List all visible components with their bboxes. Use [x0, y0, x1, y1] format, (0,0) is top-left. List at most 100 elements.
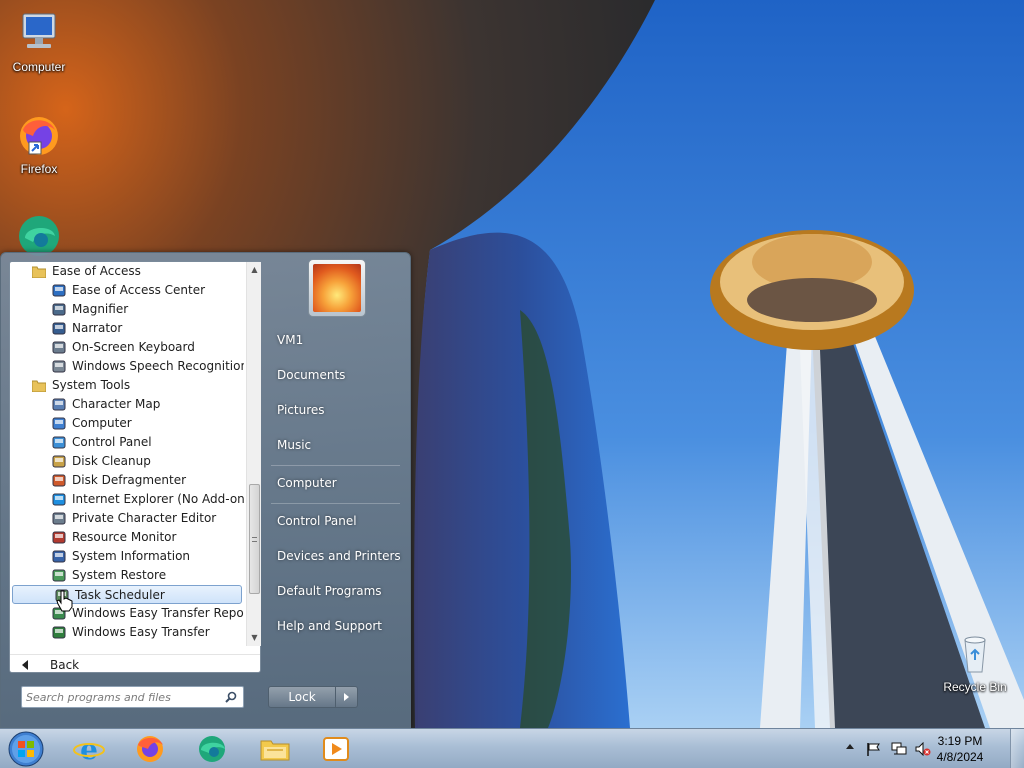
desktop-icon-firefox[interactable]: Firefox [0, 112, 78, 176]
start-menu-link[interactable]: Documents [263, 358, 408, 393]
clock[interactable]: 3:19 PM 4/8/2024 [930, 733, 990, 765]
program-item[interactable]: Task Scheduler [12, 585, 242, 604]
program-label: Internet Explorer (No Add-ons) [72, 492, 244, 506]
chevron-right-icon [344, 693, 349, 701]
start-button[interactable] [6, 730, 46, 768]
program-item[interactable]: Disk Cleanup [10, 452, 244, 471]
program-label: System Restore [72, 568, 167, 582]
firefox-icon[interactable] [133, 733, 167, 765]
lock-button[interactable]: Lock [268, 686, 336, 708]
scroll-down-arrow-icon[interactable]: ▼ [247, 630, 262, 646]
program-label: Computer [72, 416, 132, 430]
start-menu-link[interactable]: Computer [263, 466, 408, 501]
recycle-bin-icon [951, 630, 999, 678]
file-explorer-icon[interactable] [258, 733, 292, 765]
defragmenter-icon [52, 474, 66, 487]
start-menu-link[interactable]: Control Panel [263, 504, 408, 539]
program-label: Character Map [72, 397, 161, 411]
program-item[interactable]: Control Panel [10, 433, 244, 452]
program-item[interactable]: Windows Easy Transfer Reports [10, 604, 244, 623]
program-folder[interactable]: Ease of Access [10, 262, 244, 281]
internet-explorer-icon [52, 493, 66, 506]
clock-date: 4/8/2024 [936, 750, 984, 764]
ease-of-access-icon [52, 284, 66, 297]
program-label: Task Scheduler [75, 588, 165, 602]
show-hidden-icons-button[interactable] [846, 744, 854, 749]
start-menu-link[interactable]: VM1 [263, 323, 408, 358]
program-label: Disk Defragmenter [72, 473, 187, 487]
program-item[interactable]: Character Map [10, 395, 244, 414]
program-item[interactable]: Ease of Access Center [10, 281, 244, 300]
taskbar: e 3:19 PM 4/8/2024 [0, 728, 1024, 768]
desktop-icon-recycle-bin[interactable]: Recycle Bin [936, 630, 1014, 694]
program-label: On-Screen Keyboard [72, 340, 195, 354]
search-icon[interactable] [225, 691, 237, 703]
program-item[interactable]: Narrator [10, 319, 244, 338]
narrator-icon [52, 322, 66, 335]
start-menu-link[interactable]: Pictures [263, 393, 408, 428]
program-label: Ease of Access Center [72, 283, 206, 297]
back-button[interactable]: Back [10, 654, 260, 674]
program-item[interactable]: System Restore [10, 566, 244, 585]
scroll-up-arrow-icon[interactable]: ▲ [247, 262, 262, 278]
programs-pane: Ease of Access Ease of Access Center Magni… [9, 261, 261, 673]
desktop-icon-label: Computer [12, 60, 66, 74]
desktop-icon-label: Recycle Bin [943, 680, 1007, 694]
program-item[interactable]: Computer [10, 414, 244, 433]
action-center-flag-icon[interactable] [866, 742, 882, 756]
volume-muted-icon[interactable] [915, 742, 931, 756]
edge-icon[interactable] [195, 733, 229, 765]
start-menu-link[interactable]: Music [263, 428, 408, 463]
disk-cleanup-icon [52, 455, 66, 468]
start-menu: Ease of Access Ease of Access Center Magni… [0, 252, 411, 728]
program-label: Private Character Editor [72, 511, 217, 525]
system-information-icon [52, 550, 66, 563]
programs-list: Ease of Access Ease of Access Center Magni… [10, 262, 244, 646]
program-label: Ease of Access [52, 264, 141, 278]
program-label: Windows Easy Transfer Reports [72, 606, 244, 620]
scrollbar-thumb[interactable] [249, 484, 260, 594]
power-options-arrow-button[interactable] [336, 686, 358, 708]
firefox-icon [15, 112, 63, 160]
internet-explorer-icon[interactable]: e [72, 733, 106, 765]
back-arrow-icon [22, 660, 28, 670]
desktop-icon-computer[interactable]: Computer [0, 10, 78, 74]
system-restore-icon [52, 569, 66, 582]
program-item[interactable]: Windows Easy Transfer [10, 623, 244, 642]
program-item[interactable]: Magnifier [10, 300, 244, 319]
program-label: Narrator [72, 321, 123, 335]
control-panel-icon [52, 436, 66, 449]
desktop-icon-label: Firefox [20, 162, 58, 176]
program-item[interactable]: Internet Explorer (No Add-ons) [10, 490, 244, 509]
folder-icon [31, 265, 47, 279]
program-item[interactable]: Disk Defragmenter [10, 471, 244, 490]
folder-icon [31, 379, 47, 393]
power-options: Lock [268, 686, 358, 708]
magnifier-icon [52, 303, 66, 316]
start-menu-link[interactable]: Devices and Printers [263, 539, 408, 574]
search-box[interactable] [21, 686, 244, 708]
programs-scrollbar[interactable]: ▲ ▼ [246, 262, 261, 646]
network-icon[interactable] [891, 742, 907, 756]
computer-icon [15, 10, 63, 58]
program-label: Disk Cleanup [72, 454, 151, 468]
user-picture[interactable] [308, 259, 366, 317]
program-item[interactable]: Windows Speech Recognition [10, 357, 244, 376]
media-player-icon[interactable] [319, 733, 353, 765]
program-label: System Tools [52, 378, 131, 392]
program-item[interactable]: Resource Monitor [10, 528, 244, 547]
program-item[interactable]: On-Screen Keyboard [10, 338, 244, 357]
show-desktop-button[interactable] [1010, 729, 1024, 768]
program-item[interactable]: Private Character Editor [10, 509, 244, 528]
character-editor-icon [52, 512, 66, 525]
search-input[interactable] [26, 689, 216, 705]
program-label: Control Panel [72, 435, 152, 449]
back-label: Back [50, 658, 80, 672]
program-folder[interactable]: System Tools [10, 376, 244, 395]
program-label: System Information [72, 549, 191, 563]
start-menu-link[interactable]: Default Programs [263, 574, 408, 609]
resource-monitor-icon [52, 531, 66, 544]
start-menu-link[interactable]: Help and Support [263, 609, 408, 644]
program-item[interactable]: System Information [10, 547, 244, 566]
easy-transfer-icon [52, 626, 66, 639]
